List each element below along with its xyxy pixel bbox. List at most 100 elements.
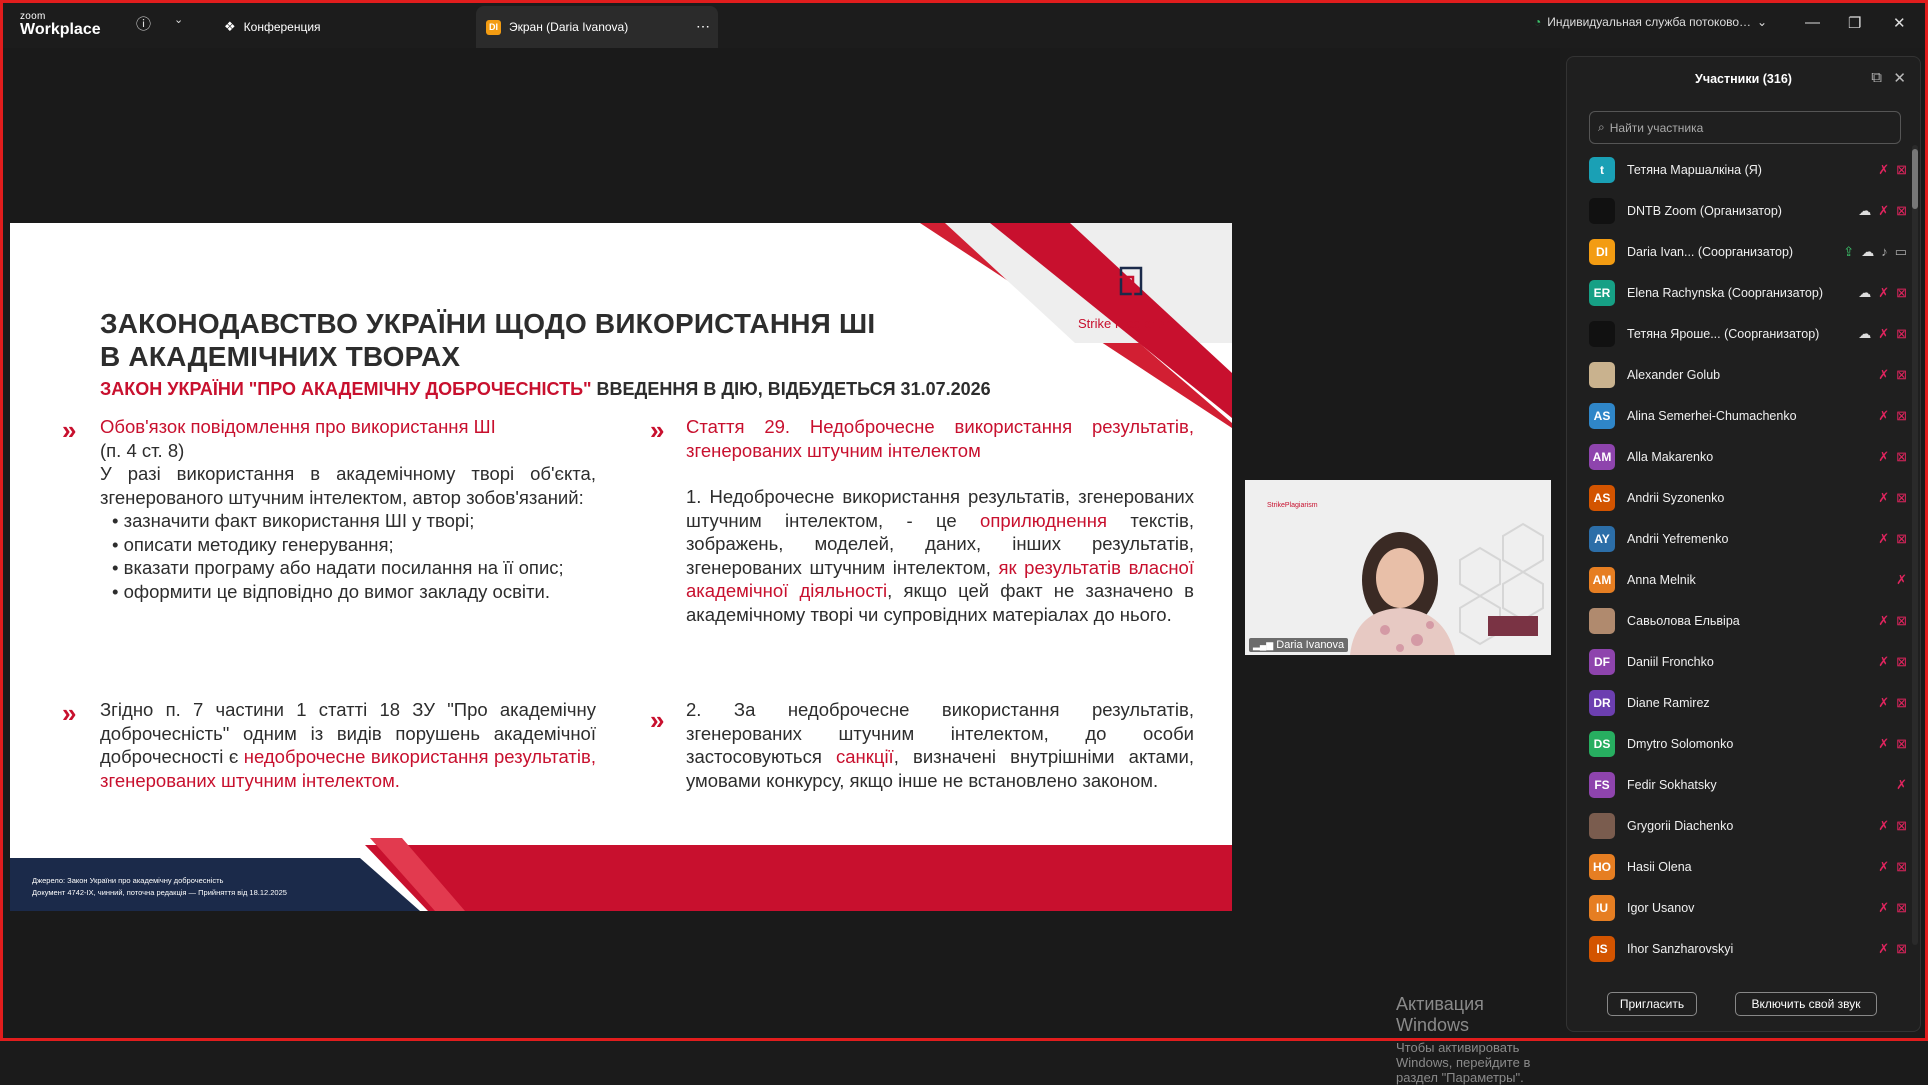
more-options-icon[interactable]: ⋯ (696, 18, 710, 35)
list-item: • оформити це відповідно до вимог заклад… (112, 580, 550, 602)
minimize-icon[interactable]: — (1805, 14, 1820, 31)
participant-row[interactable]: DR Diane Ramirez ✗ ⊠ (1589, 682, 1907, 723)
participant-row[interactable]: AY Andrii Yefremenko ✗ ⊠ (1589, 518, 1907, 559)
participant-status-icons: ✗ ⊠ (1878, 449, 1907, 465)
chevron-down-icon[interactable]: ⌄ (174, 13, 183, 26)
participants-scrollbar[interactable] (1912, 145, 1918, 945)
cam-off-icon: ⊠ (1896, 736, 1907, 751)
participant-status-icons: ⇪ ☁ ♪ ▭ (1843, 244, 1907, 260)
participant-row[interactable]: ER Elena Rachynska (Соорганизатор) ☁ ✗ ⊠ (1589, 272, 1907, 313)
participant-row[interactable]: Савьолова Ельвіра ✗ ⊠ (1589, 600, 1907, 641)
video-brand: StrikePlagiarism (1267, 502, 1318, 509)
participant-row[interactable]: AS Andrii Syzonenko ✗ ⊠ (1589, 477, 1907, 518)
avatar: AY (1589, 525, 1615, 552)
avatar (1589, 607, 1615, 634)
unmute-self-button[interactable]: Включить свой звук (1735, 992, 1877, 1016)
cam-off-icon: ⊠ (1896, 449, 1907, 464)
invite-button[interactable]: Пригласить (1607, 992, 1697, 1016)
participant-status-icons: ✗ ⊠ (1878, 654, 1907, 670)
participant-row[interactable]: FS Fedir Sokhatsky ✗ (1589, 764, 1907, 805)
signal-icon: ◔ (1534, 15, 1542, 29)
subtitle-red: ЗАКОН УКРАЇНИ "ПРО АКАДЕМІЧНУ ДОБРОЧЕСНІ… (100, 379, 592, 399)
avatar (1589, 812, 1615, 839)
avatar: FS (1589, 771, 1615, 798)
cam-off-icon: ⊠ (1896, 900, 1907, 915)
maximize-icon[interactable]: ❐ (1848, 14, 1861, 32)
sanctions-red: санкції (836, 746, 894, 767)
logo-big: Workplace (20, 21, 101, 38)
info-icon[interactable]: ⓘ (136, 13, 151, 34)
participant-row[interactable]: Grygorii Diachenko ✗ ⊠ (1589, 805, 1907, 846)
scrollbar-thumb[interactable] (1912, 149, 1918, 209)
participant-name: Daria Ivan... (Соорганизатор) (1627, 244, 1794, 259)
participant-row[interactable]: DNTB Zoom (Организатор) ☁ ✗ ⊠ (1589, 190, 1907, 231)
avatar: ER (1589, 279, 1615, 306)
tab-meeting[interactable]: ❖ Конференция (210, 6, 470, 48)
mic-on-icon: ♪ (1881, 244, 1888, 259)
participant-row[interactable]: IU Igor Usanov ✗ ⊠ (1589, 887, 1907, 928)
pop-out-icon[interactable]: ⧉ (1871, 69, 1882, 86)
cam-off-icon: ⊠ (1896, 818, 1907, 833)
cam-off-icon: ⊠ (1896, 941, 1907, 956)
avatar: IS (1589, 935, 1615, 962)
list-item: • вказати програму або надати посилання … (112, 557, 564, 578)
search-input[interactable]: ⌕ Найти участника (1589, 111, 1901, 144)
cam-off-icon: ⊠ (1896, 490, 1907, 505)
participant-name: Andrii Syzonenko (1627, 490, 1725, 505)
avatar: DI (1589, 238, 1615, 265)
cloud-icon: ☁ (1858, 203, 1872, 218)
right-block-sanctions: 2. За недоброчесне використання результа… (686, 698, 1194, 792)
chevron-bullet-icon: » (62, 415, 77, 445)
participant-row[interactable]: DI Daria Ivan... (Соорганизатор) ⇪ ☁ ♪ ▭ (1589, 231, 1907, 272)
windows-activation-watermark: Активация Windows Чтобы активировать Win… (1396, 994, 1560, 1085)
slide-footer: Джерело: Закон України про академічну до… (32, 875, 287, 899)
cam-off-icon: ⊠ (1896, 162, 1907, 177)
cam-off-icon: ⊠ (1896, 408, 1907, 423)
participant-status-icons: ✗ ⊠ (1878, 695, 1907, 711)
participant-name: Elena Rachynska (Соорганизатор) (1627, 285, 1823, 300)
participant-row[interactable]: IS Ihor Sanzharovskyi ✗ ⊠ (1589, 928, 1907, 969)
mic-off-icon: ✗ (1878, 736, 1890, 751)
participant-row[interactable]: t Тетяна Маршалкіна (Я) ✗ ⊠ (1589, 149, 1907, 190)
participant-row[interactable]: Alexander Golub ✗ ⊠ (1589, 354, 1907, 395)
chevron-down-icon: ⌄ (1757, 15, 1768, 29)
speaker-video[interactable]: StrikePlagiarism ▂▄▆ Daria Ivanova (1245, 480, 1551, 655)
mic-off-icon: ✗ (1878, 818, 1890, 833)
slide-title: ЗАКОНОДАВСТВО УКРАЇНИ ЩОДО ВИКОРИСТАННЯ … (100, 308, 876, 372)
participant-row[interactable]: AM Alla Makarenko ✗ ⊠ (1589, 436, 1907, 477)
participant-status-icons: ✗ ⊠ (1878, 941, 1907, 957)
participant-row[interactable]: DS Dmytro Solomonko ✗ ⊠ (1589, 723, 1907, 764)
mic-off-icon: ✗ (1878, 941, 1890, 956)
right-block-article: Стаття 29. Недоброчесне використання рез… (686, 415, 1194, 626)
tab-screen-label: Экран (Daria Ivanova) (509, 20, 629, 34)
avatar: DR (1589, 689, 1615, 716)
participant-row[interactable]: AS Alina Semerhei-Chumachenko ✗ ⊠ (1589, 395, 1907, 436)
streaming-service[interactable]: ◔ Индивидуальная служба потоково… ⌄ (1534, 15, 1767, 29)
tab-screen-share[interactable]: DI Экран (Daria Ivanova) ⋯ (476, 6, 718, 48)
participant-row[interactable]: AM Anna Melnik ✗ (1589, 559, 1907, 600)
cam-on-icon: ▭ (1894, 244, 1907, 259)
presentation-slide: Strike Plagiarism ЗАКОНОДАВСТВО УКРАЇНИ … (10, 223, 1232, 911)
participant-status-icons: ✗ ⊠ (1878, 367, 1907, 383)
participant-name: Alla Makarenko (1627, 449, 1714, 464)
obligation-list: • зазначити факт використання ШІ у творі… (100, 509, 596, 603)
mic-off-icon: ✗ (1878, 613, 1890, 628)
participant-status-icons: ✗ ⊠ (1878, 900, 1907, 916)
cam-off-icon: ⊠ (1896, 859, 1907, 874)
participant-status-icons: ✗ ⊠ (1878, 613, 1907, 629)
participant-row[interactable]: DF Daniil Fronchko ✗ ⊠ (1589, 641, 1907, 682)
participant-name: Igor Usanov (1627, 900, 1695, 915)
close-icon[interactable]: ✕ (1893, 14, 1906, 32)
share-icon: ⇪ (1843, 244, 1855, 259)
cam-off-icon: ⊠ (1896, 695, 1907, 710)
mic-off-icon: ✗ (1878, 408, 1890, 423)
tab-badge: DI (486, 19, 501, 35)
participant-row[interactable]: Тетяна Ярошe... (Соорганизатор) ☁ ✗ ⊠ (1589, 313, 1907, 354)
avatar (1589, 320, 1615, 347)
avatar: HO (1589, 853, 1615, 880)
close-panel-icon[interactable]: ✕ (1893, 69, 1906, 87)
participant-status-icons: ✗ ⊠ (1878, 818, 1907, 834)
participant-name: Alexander Golub (1627, 367, 1721, 382)
avatar: IU (1589, 894, 1615, 921)
participant-row[interactable]: HO Hasii Olena ✗ ⊠ (1589, 846, 1907, 887)
